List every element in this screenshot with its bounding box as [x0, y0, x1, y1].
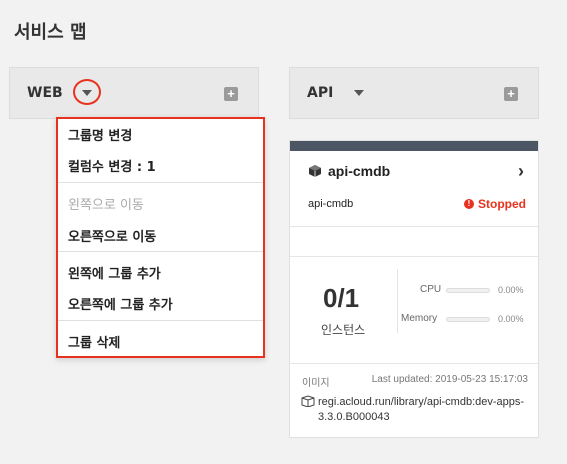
- memory-bar: [446, 317, 490, 322]
- status-badge: ! Stopped: [464, 197, 526, 211]
- status-text: Stopped: [478, 197, 526, 211]
- service-title: api-cmdb: [328, 163, 391, 179]
- instances-count: 0/1: [323, 283, 360, 313]
- menu-item-add-group-right[interactable]: 오른쪽에 그룹 추가: [68, 294, 173, 313]
- caret-down-icon: [354, 90, 365, 96]
- add-service-button[interactable]: +: [224, 87, 238, 101]
- group-name: API: [307, 85, 334, 101]
- menu-item-rename-group[interactable]: 그룹명 변경: [68, 125, 132, 144]
- last-updated: Last updated: 2019-05-23 15:17:03: [371, 374, 528, 385]
- chevron-right-icon[interactable]: ›: [518, 161, 524, 182]
- page-title: 서비스 맵: [14, 22, 87, 43]
- menu-item-change-columns[interactable]: 컬럼수 변경 : 1: [68, 156, 156, 175]
- menu-divider: [58, 320, 263, 321]
- service-subtitle: api-cmdb: [308, 198, 354, 210]
- alert-icon: !: [464, 199, 474, 209]
- group-header-api: API +: [289, 67, 539, 119]
- menu-item-move-right[interactable]: 오른쪽으로 이동: [68, 226, 156, 245]
- group-menu-toggle[interactable]: [72, 79, 101, 105]
- group-context-menu: 그룹명 변경 컬럼수 변경 : 1 왼쪽으로 이동 오른쪽으로 이동 왼쪽에 그…: [56, 117, 265, 358]
- metric-label-cpu: CPU: [420, 284, 442, 295]
- menu-item-add-group-left[interactable]: 왼쪽에 그룹 추가: [68, 263, 161, 282]
- menu-divider: [58, 251, 263, 252]
- service-card[interactable]: api-cmdb › api-cmdb ! Stopped 0/1 인스턴스 C…: [289, 140, 539, 438]
- metric-value-memory: 0.00%: [498, 314, 524, 324]
- cube-icon: [309, 165, 321, 177]
- card-divider: [290, 363, 538, 364]
- group-header-web: WEB +: [9, 67, 259, 119]
- metric-label-memory: Memory: [401, 313, 438, 324]
- card-title-row: api-cmdb: [308, 163, 390, 179]
- instances-label: 인스턴스: [321, 323, 366, 337]
- image-label: 이미지: [302, 378, 330, 389]
- metric-value-cpu: 0.00%: [498, 285, 524, 295]
- menu-item-delete-group[interactable]: 그룹 삭제: [68, 332, 120, 351]
- card-vertical-divider: [397, 269, 398, 333]
- add-service-button[interactable]: +: [504, 87, 518, 101]
- package-icon: [301, 395, 315, 407]
- card-divider: [290, 226, 538, 227]
- group-menu-toggle[interactable]: [347, 81, 371, 105]
- menu-divider: [58, 182, 263, 183]
- card-top-bar: [290, 141, 538, 151]
- menu-item-move-left: 왼쪽으로 이동: [68, 198, 144, 213]
- image-path: regi.acloud.run/library/api-cmdb:dev-app…: [318, 396, 525, 423]
- cpu-bar: [446, 288, 490, 293]
- card-divider: [290, 256, 538, 257]
- highlight-circle: [72, 79, 101, 105]
- group-name: WEB: [27, 85, 63, 101]
